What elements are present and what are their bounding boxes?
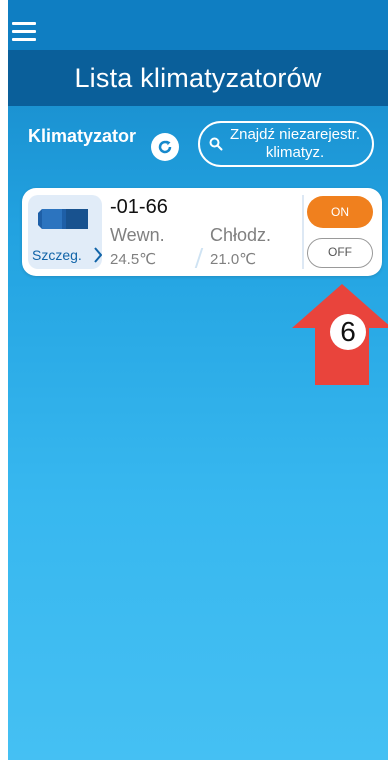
refresh-icon (156, 138, 174, 156)
temperature-separator (194, 248, 204, 268)
room-label: Wewn. (110, 225, 165, 245)
search-label: Znajdź niezarejestr. klimatyz. (224, 126, 366, 162)
unit-name: -01-66 (110, 196, 168, 218)
refresh-button[interactable] (151, 133, 179, 161)
page-title-bar: Lista klimatyzatorów (8, 50, 388, 106)
search-label-line1: Znajdź niezarejestr. (229, 126, 361, 143)
top-bar (8, 0, 388, 50)
page-title: Lista klimatyzatorów (74, 63, 322, 93)
search-label-line2: klimatyz. (265, 144, 325, 161)
set-temperature: 21.0℃ (210, 251, 257, 268)
room-temperature: 24.5℃ (110, 251, 157, 268)
details-tile[interactable]: Szczeg. (28, 195, 102, 269)
on-button[interactable]: ON (307, 196, 373, 228)
search-icon (209, 137, 223, 151)
step-number-badge: 6 (330, 314, 366, 350)
cooling-mode-label: Chłodz. (210, 225, 272, 245)
section-label: Klimatyzator (28, 126, 137, 146)
details-label: Szczeg. (32, 247, 82, 263)
air-conditioner-icon (38, 209, 88, 229)
find-unregistered-button[interactable]: Znajdź niezarejestr. klimatyz. (198, 121, 374, 167)
callout-arrow: 6 (292, 284, 388, 385)
air-conditioner-card: Szczeg. -01-66 Wewn. Chłodz. 24.5℃ 21.0℃… (22, 188, 382, 276)
hamburger-menu-icon[interactable] (12, 22, 36, 42)
card-divider (302, 195, 304, 269)
off-button[interactable]: OFF (307, 238, 373, 268)
app-screen: Lista klimatyzatorów Klimatyzator Znajdź… (8, 0, 388, 760)
chevron-right-icon (94, 247, 102, 263)
